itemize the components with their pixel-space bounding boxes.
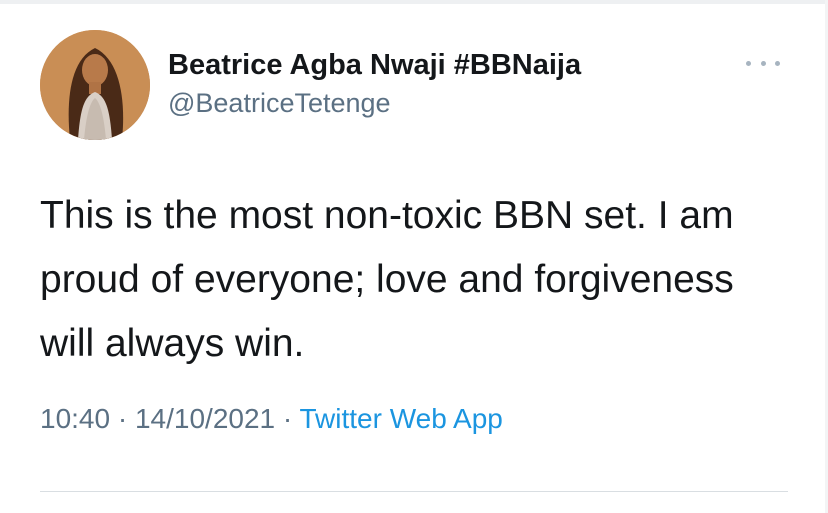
meta-separator: · [117, 403, 128, 434]
meta-separator: · [282, 403, 293, 434]
more-options-icon[interactable] [746, 56, 780, 70]
author-names: Beatrice Agba Nwaji #BBNaija @BeatriceTe… [168, 30, 581, 120]
tweet-source-link[interactable]: Twitter Web App [300, 403, 503, 434]
more-dot [775, 60, 780, 66]
top-border [0, 0, 828, 4]
more-dot [760, 60, 766, 66]
tweet-divider [40, 491, 788, 492]
author-display-name[interactable]: Beatrice Agba Nwaji #BBNaija [168, 48, 581, 82]
avatar[interactable] [40, 30, 150, 140]
author-handle[interactable]: @BeatriceTetenge [168, 86, 581, 120]
tweet-date[interactable]: 14/10/2021 [135, 403, 275, 434]
tweet-text: This is the most non-toxic BBN set. I am… [40, 194, 734, 365]
tweet-time[interactable]: 10:40 [40, 403, 110, 434]
tweet-metadata: 10:40 · 14/10/2021 · Twitter Web App [40, 402, 788, 436]
tweet-screenshot: Beatrice Agba Nwaji #BBNaija @BeatriceTe… [0, 0, 828, 513]
tweet-card: Beatrice Agba Nwaji #BBNaija @BeatriceTe… [40, 30, 788, 436]
tweet-header: Beatrice Agba Nwaji #BBNaija @BeatriceTe… [40, 30, 788, 142]
avatar-image [40, 30, 150, 140]
more-dot [746, 60, 751, 66]
